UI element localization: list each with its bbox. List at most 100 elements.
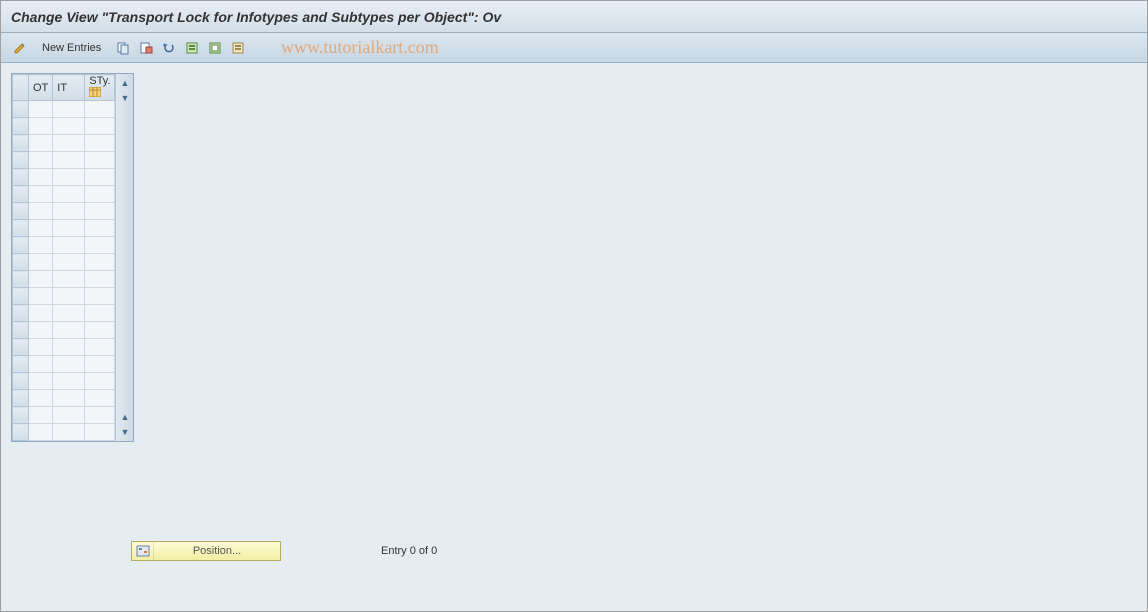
row-selector[interactable]: [13, 407, 29, 424]
cell-sty[interactable]: [85, 424, 115, 441]
table-row[interactable]: [13, 339, 115, 356]
table-row[interactable]: [13, 203, 115, 220]
grid-table[interactable]: OT IT STy.: [12, 74, 115, 441]
cell-ot[interactable]: [29, 118, 53, 135]
cell-ot[interactable]: [29, 424, 53, 441]
table-row[interactable]: [13, 152, 115, 169]
cell-it[interactable]: [53, 254, 85, 271]
cell-it[interactable]: [53, 135, 85, 152]
table-row[interactable]: [13, 254, 115, 271]
cell-ot[interactable]: [29, 135, 53, 152]
cell-sty[interactable]: [85, 407, 115, 424]
new-entries-button[interactable]: New Entries: [34, 42, 109, 54]
cell-it[interactable]: [53, 101, 85, 118]
toggle-edit-icon[interactable]: [11, 39, 29, 57]
cell-it[interactable]: [53, 288, 85, 305]
row-selector[interactable]: [13, 169, 29, 186]
table-row[interactable]: [13, 220, 115, 237]
row-selector[interactable]: [13, 101, 29, 118]
table-row[interactable]: [13, 101, 115, 118]
cell-sty[interactable]: [85, 186, 115, 203]
row-selector[interactable]: [13, 220, 29, 237]
cell-ot[interactable]: [29, 356, 53, 373]
cell-ot[interactable]: [29, 220, 53, 237]
cell-it[interactable]: [53, 203, 85, 220]
column-ot[interactable]: OT: [29, 75, 53, 101]
row-selector[interactable]: [13, 390, 29, 407]
cell-ot[interactable]: [29, 186, 53, 203]
row-selector[interactable]: [13, 237, 29, 254]
table-row[interactable]: [13, 169, 115, 186]
select-block-icon[interactable]: [206, 39, 224, 57]
row-selector[interactable]: [13, 305, 29, 322]
cell-it[interactable]: [53, 186, 85, 203]
cell-it[interactable]: [53, 271, 85, 288]
cell-sty[interactable]: [85, 288, 115, 305]
select-all-icon[interactable]: [183, 39, 201, 57]
cell-ot[interactable]: [29, 203, 53, 220]
row-selector[interactable]: [13, 271, 29, 288]
row-selector[interactable]: [13, 203, 29, 220]
cell-sty[interactable]: [85, 220, 115, 237]
cell-it[interactable]: [53, 424, 85, 441]
cell-sty[interactable]: [85, 237, 115, 254]
row-selector[interactable]: [13, 356, 29, 373]
cell-ot[interactable]: [29, 101, 53, 118]
row-selector[interactable]: [13, 288, 29, 305]
cell-sty[interactable]: [85, 271, 115, 288]
row-selector[interactable]: [13, 118, 29, 135]
cell-it[interactable]: [53, 356, 85, 373]
cell-ot[interactable]: [29, 254, 53, 271]
table-row[interactable]: [13, 288, 115, 305]
undo-icon[interactable]: [160, 39, 178, 57]
cell-it[interactable]: [53, 152, 85, 169]
cell-it[interactable]: [53, 118, 85, 135]
cell-sty[interactable]: [85, 118, 115, 135]
column-selector[interactable]: [13, 75, 29, 101]
cell-ot[interactable]: [29, 339, 53, 356]
cell-sty[interactable]: [85, 101, 115, 118]
row-selector[interactable]: [13, 152, 29, 169]
cell-sty[interactable]: [85, 203, 115, 220]
cell-it[interactable]: [53, 390, 85, 407]
cell-it[interactable]: [53, 407, 85, 424]
cell-ot[interactable]: [29, 271, 53, 288]
row-selector[interactable]: [13, 339, 29, 356]
cell-sty[interactable]: [85, 305, 115, 322]
cell-it[interactable]: [53, 322, 85, 339]
row-selector[interactable]: [13, 135, 29, 152]
table-row[interactable]: [13, 390, 115, 407]
cell-ot[interactable]: [29, 390, 53, 407]
deselect-all-icon[interactable]: [229, 39, 247, 57]
row-selector[interactable]: [13, 186, 29, 203]
table-row[interactable]: [13, 322, 115, 339]
cell-sty[interactable]: [85, 356, 115, 373]
configure-columns-icon[interactable]: [89, 87, 101, 100]
table-row[interactable]: [13, 237, 115, 254]
row-selector[interactable]: [13, 424, 29, 441]
delete-icon[interactable]: [137, 39, 155, 57]
cell-it[interactable]: [53, 339, 85, 356]
cell-sty[interactable]: [85, 322, 115, 339]
cell-sty[interactable]: [85, 373, 115, 390]
scroll-down-icon[interactable]: ▼: [118, 91, 132, 105]
table-row[interactable]: [13, 186, 115, 203]
cell-it[interactable]: [53, 305, 85, 322]
cell-ot[interactable]: [29, 237, 53, 254]
column-sty[interactable]: STy.: [85, 75, 115, 101]
cell-ot[interactable]: [29, 152, 53, 169]
table-row[interactable]: [13, 356, 115, 373]
table-row[interactable]: [13, 271, 115, 288]
cell-ot[interactable]: [29, 288, 53, 305]
row-selector[interactable]: [13, 373, 29, 390]
table-row[interactable]: [13, 118, 115, 135]
cell-sty[interactable]: [85, 152, 115, 169]
cell-it[interactable]: [53, 169, 85, 186]
vertical-scrollbar[interactable]: ▲ ▼ ▲ ▼: [115, 74, 133, 441]
row-selector[interactable]: [13, 322, 29, 339]
cell-it[interactable]: [53, 220, 85, 237]
cell-sty[interactable]: [85, 339, 115, 356]
position-button[interactable]: Position...: [131, 541, 281, 561]
cell-ot[interactable]: [29, 373, 53, 390]
cell-ot[interactable]: [29, 305, 53, 322]
